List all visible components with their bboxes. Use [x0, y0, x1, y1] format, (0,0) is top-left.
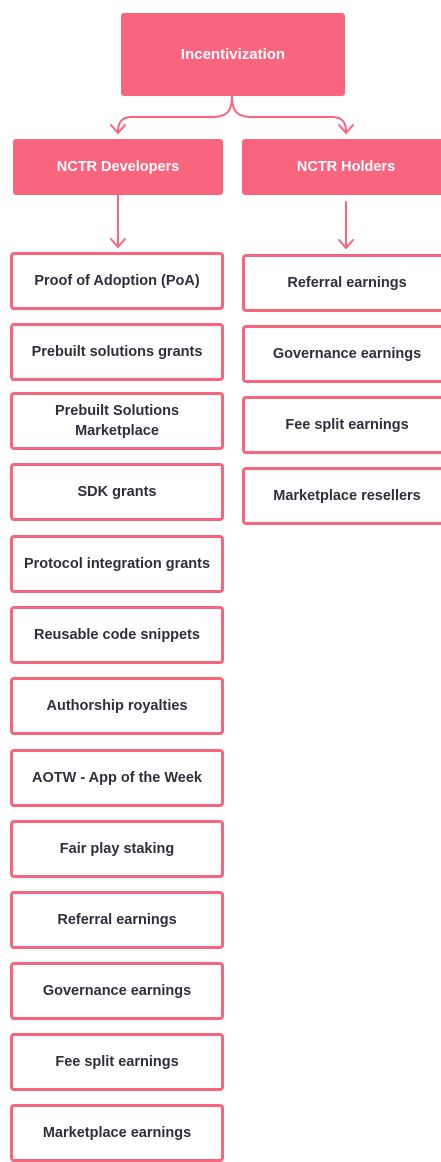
holders-item-label: Governance earnings — [272, 345, 422, 362]
developers-item: Marketplace earnings — [10, 1104, 224, 1162]
developers-item-label: Governance earnings — [42, 982, 192, 999]
developers-item: Protocol integration grants — [10, 535, 224, 593]
branch-node-developers: NCTR Developers — [13, 139, 223, 195]
developers-item: AOTW - App of the Week — [10, 749, 224, 807]
developers-item-label: Reusable code snippets — [34, 626, 200, 643]
developers-item: Governance earnings — [10, 962, 224, 1020]
developers-item-label: Fair play staking — [59, 840, 175, 857]
holders-item: Governance earnings — [242, 325, 441, 383]
developers-item: Reusable code snippets — [10, 606, 224, 664]
diagram-canvas: Incentivization NCTR Developers NCTR Hol… — [0, 0, 441, 1162]
developers-item-label: Prebuilt Solutions Marketplace — [54, 402, 180, 439]
holders-item-label: Fee split earnings — [285, 416, 409, 433]
developers-item: Prebuilt Solutions Marketplace — [10, 392, 224, 450]
root-node-label: Incentivization — [180, 46, 286, 63]
developers-item: Fee split earnings — [10, 1033, 224, 1091]
holders-item: Fee split earnings — [242, 396, 441, 454]
developers-item-label: Referral earnings — [57, 911, 177, 928]
root-to-developers-arrow — [117, 95, 233, 133]
branch-holders-label: NCTR Holders — [296, 159, 396, 175]
developers-item-label: Proof of Adoption (PoA) — [34, 272, 200, 289]
root-node: Incentivization — [121, 13, 345, 96]
developers-item: Fair play staking — [10, 820, 224, 878]
branch-node-holders: NCTR Holders — [242, 139, 441, 195]
developers-item-label: Prebuilt solutions grants — [31, 343, 203, 360]
developers-item: SDK grants — [10, 463, 224, 521]
root-to-holders-arrow — [231, 95, 347, 133]
developers-item-label: Marketplace earnings — [42, 1124, 192, 1141]
branch-developers-label: NCTR Developers — [56, 159, 180, 175]
developers-item-label: SDK grants — [77, 483, 157, 500]
developers-item-label: AOTW - App of the Week — [32, 769, 202, 786]
developers-item-label: Authorship royalties — [46, 697, 188, 714]
developers-item: Referral earnings — [10, 891, 224, 949]
developers-item-label: Protocol integration grants — [23, 555, 211, 572]
holders-item-label: Referral earnings — [287, 274, 407, 291]
holders-item: Referral earnings — [242, 254, 441, 312]
developers-item: Proof of Adoption (PoA) — [10, 252, 224, 310]
holders-item: Marketplace resellers — [242, 467, 441, 525]
developers-item: Authorship royalties — [10, 677, 224, 735]
developers-item: Prebuilt solutions grants — [10, 323, 224, 381]
developers-item-label: Fee split earnings — [55, 1053, 179, 1070]
holders-item-label: Marketplace resellers — [273, 487, 421, 504]
